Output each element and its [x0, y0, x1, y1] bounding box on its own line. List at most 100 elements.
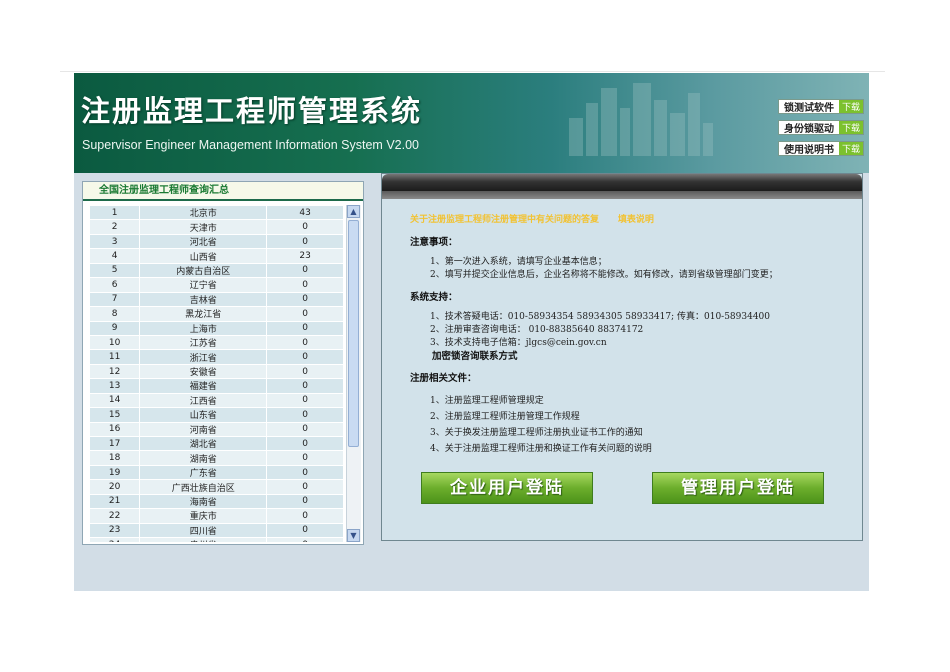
- registrant-count: 0: [266, 219, 344, 235]
- registrant-count: 0: [266, 464, 344, 481]
- province-name: 河北省: [139, 233, 268, 250]
- info-panel-titlebar: [382, 174, 862, 191]
- scroll-down-icon[interactable]: ▼: [347, 529, 360, 542]
- row-index: 9: [89, 320, 141, 336]
- registrant-count: 0: [266, 320, 344, 336]
- doc-link[interactable]: 4、关于注册监理工程师注册和换证工作有关问题的说明: [430, 441, 652, 454]
- province-name: 天津市: [139, 219, 268, 235]
- table-row: 22 重庆市 0: [89, 508, 344, 524]
- top-divider: [60, 71, 885, 72]
- province-name: 广东省: [139, 464, 268, 481]
- table-row: 16 河南省 0: [89, 421, 344, 438]
- download-label: 锁测试软件: [783, 103, 834, 114]
- row-index: 10: [89, 334, 141, 351]
- admin-login-button[interactable]: 管理用户登陆: [652, 472, 824, 504]
- province-name: 四川省: [139, 522, 268, 539]
- province-name: 河南省: [139, 421, 268, 438]
- lock-contact-link[interactable]: 加密锁咨询联系方式: [432, 348, 518, 362]
- table-row: 5 内蒙古自治区 0: [89, 262, 344, 279]
- table-row: 4 山西省 23: [89, 248, 344, 264]
- form-help-link[interactable]: 填表说明: [618, 215, 654, 225]
- download-label: 身份锁驱动: [783, 124, 834, 135]
- registrant-count: 0: [266, 493, 344, 510]
- registrant-count: 0: [266, 537, 344, 542]
- province-table: 1 北京市 43 2 天津市 0 3 河北省 0 4 山西省 23 5 内蒙古自治区 0 6 辽宁省 0 7 吉林省 0…: [89, 205, 344, 542]
- qa-link[interactable]: 关于注册监理工程师注册管理中有关问题的答复: [410, 215, 599, 225]
- row-index: 12: [89, 363, 141, 380]
- row-index: 8: [89, 306, 141, 322]
- table-scrollbar[interactable]: ▲ ▼: [346, 205, 361, 542]
- province-name: 江西省: [139, 392, 268, 409]
- table-row: 9 上海市 0: [89, 320, 344, 336]
- row-index: 20: [89, 479, 141, 495]
- info-panel: 关于注册监理工程师注册管理中有关问题的答复 填表说明 注意事项： 1、第一次进入…: [381, 173, 863, 541]
- table-row: 14 江西省 0: [89, 392, 344, 409]
- province-name: 江苏省: [139, 334, 268, 351]
- download-tag: 下载: [838, 100, 863, 113]
- province-name: 山东省: [139, 407, 268, 423]
- province-name: 海南省: [139, 493, 268, 510]
- registrant-count: 0: [266, 421, 344, 438]
- scroll-up-icon[interactable]: ▲: [347, 205, 360, 218]
- row-index: 2: [89, 219, 141, 235]
- info-panel-titlebar-shadow: [382, 191, 862, 199]
- doc-link[interactable]: 2、注册监理工程师注册管理工作规程: [430, 409, 580, 422]
- registrant-count: 0: [266, 508, 344, 524]
- table-row: 24贵州省0: [89, 537, 344, 542]
- registrant-count: 0: [266, 378, 344, 394]
- header-banner: 注册监理工程师管理系统 Supervisor Engineer Manageme…: [74, 73, 869, 173]
- row-index: 5: [89, 262, 141, 279]
- registrant-count: 0: [266, 450, 344, 466]
- table-row: 11 浙江省 0: [89, 349, 344, 365]
- notice-item: 2、填写并提交企业信息后，企业名称将不能修改。如有修改，请到省级管理部门变更；: [430, 270, 778, 280]
- province-name: 湖南省: [139, 450, 268, 466]
- province-name: 浙江省: [139, 349, 268, 365]
- registrant-count: 0: [266, 407, 344, 423]
- table-row: 12 安徽省 0: [89, 363, 344, 380]
- table-row: 8 黑龙江省 0: [89, 306, 344, 322]
- row-index: 6: [89, 277, 141, 293]
- manual-download-button[interactable]: 使用说明书 下载: [778, 141, 864, 156]
- row-index: 3: [89, 233, 141, 250]
- doc-link[interactable]: 3、关于换发注册监理工程师注册执业证书工作的通知: [430, 425, 643, 438]
- province-summary-panel: 全国注册监理工程师查询汇总 1 北京市 43 2 天津市 0 3 河北省 0 4 山西省 23 5 内蒙古…: [82, 181, 364, 545]
- registrant-count: 0: [266, 363, 344, 380]
- province-name: 重庆市: [139, 508, 268, 524]
- table-row: 7 吉林省 0: [89, 291, 344, 308]
- registrant-count: 0: [266, 306, 344, 322]
- lock-test-download-button[interactable]: 锁测试软件 下载: [778, 99, 864, 114]
- registrant-count: 0: [266, 522, 344, 539]
- province-name: 吉林省: [139, 291, 268, 308]
- system-title: 注册监理工程师管理系统: [81, 94, 423, 128]
- notice-heading: 注意事项：: [410, 237, 458, 248]
- table-row: 6 辽宁省 0: [89, 277, 344, 293]
- enterprise-login-button[interactable]: 企业用户登陆: [421, 472, 593, 504]
- row-index: 1: [89, 205, 141, 221]
- scroll-thumb[interactable]: [348, 220, 359, 447]
- registrant-count: 0: [266, 277, 344, 293]
- row-index: 23: [89, 522, 141, 539]
- support-item: 2、注册审查咨询电话： 010-88385640 88374172: [430, 325, 644, 335]
- table-row: 10 江苏省 0: [89, 334, 344, 351]
- table-row: 19 广东省 0: [89, 464, 344, 481]
- row-index: 15: [89, 407, 141, 423]
- download-tag: 下载: [838, 142, 863, 155]
- row-index: 22: [89, 508, 141, 524]
- registrant-count: 0: [266, 435, 344, 452]
- row-index: 24: [89, 537, 141, 542]
- registrant-count: 0: [266, 349, 344, 365]
- province-name: 广西壮族自治区: [139, 479, 268, 495]
- province-name: 湖北省: [139, 435, 268, 452]
- row-index: 16: [89, 421, 141, 438]
- registrant-count: 0: [266, 479, 344, 495]
- row-index: 11: [89, 349, 141, 365]
- province-table-scroll[interactable]: 1 北京市 43 2 天津市 0 3 河北省 0 4 山西省 23 5 内蒙古自治区 0 6 辽宁省 0 7 吉林省 0…: [89, 205, 361, 542]
- download-label: 使用说明书: [783, 145, 834, 156]
- province-name: 黑龙江省: [139, 306, 268, 322]
- row-index: 21: [89, 493, 141, 510]
- row-index: 18: [89, 450, 141, 466]
- registrant-count: 43: [266, 205, 344, 221]
- lock-driver-download-button[interactable]: 身份锁驱动 下载: [778, 120, 864, 135]
- doc-link[interactable]: 1、注册监理工程师管理规定: [430, 393, 544, 406]
- table-row: 18 湖南省 0: [89, 450, 344, 466]
